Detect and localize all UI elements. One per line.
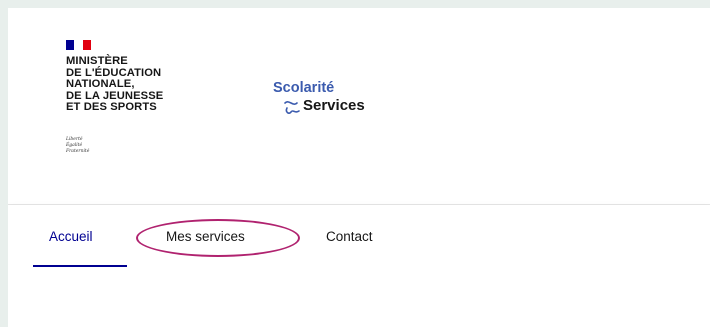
nav-item-accueil[interactable]: Accueil (49, 229, 93, 244)
main-navigation: Accueil Mes services Contact (8, 205, 710, 267)
main-content (8, 267, 710, 327)
nav-item-contact[interactable]: Contact (326, 229, 373, 244)
brand-name-top: Scolarité (273, 80, 335, 96)
scolarite-services-logo[interactable]: Scolarité Services (273, 80, 423, 125)
nav-item-mes-services[interactable]: Mes services (166, 229, 245, 244)
french-flag-icon (66, 40, 91, 50)
brand-name-bottom: Services (303, 97, 365, 114)
motto-line: Fraternité (66, 149, 90, 154)
ministry-line: ET DES SPORTS (66, 101, 157, 114)
ministry-logo-text[interactable]: MINISTÈRE DE L'ÉDUCATION NATIONALE, DE L… (66, 55, 216, 114)
ministry-line: MINISTÈRE (66, 55, 128, 67)
republic-motto: Liberté Égalité Fraternité (66, 137, 89, 155)
site-header: MINISTÈRE DE L'ÉDUCATION NATIONALE, DE L… (8, 8, 710, 204)
page: MINISTÈRE DE L'ÉDUCATION NATIONALE, DE L… (8, 8, 710, 327)
